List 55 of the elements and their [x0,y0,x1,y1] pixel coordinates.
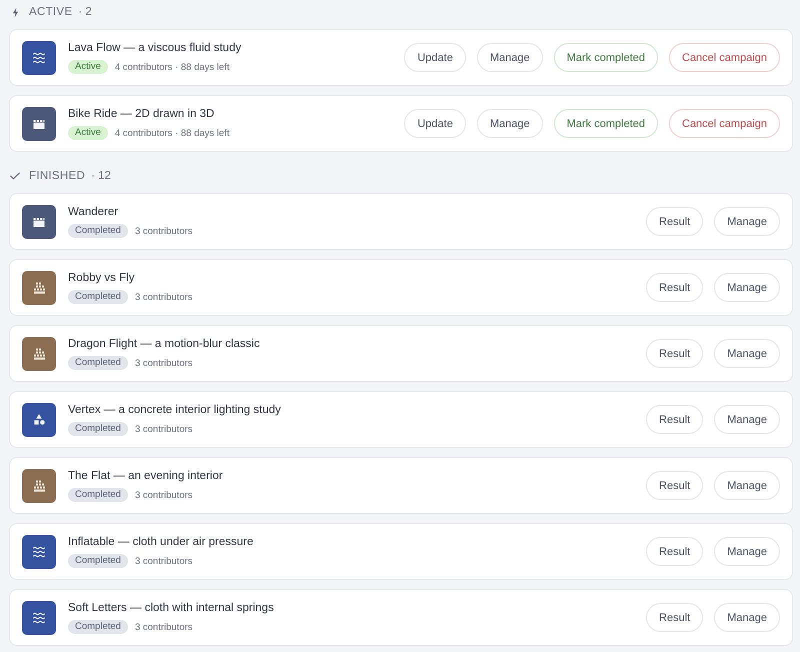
campaign-meta: 4 contributors · 88 days left [114,62,230,72]
campaign-meta: 3 contributors [134,226,193,236]
status-badge: Completed [68,224,128,238]
action-button[interactable]: Manage [714,537,780,566]
campaign-title: Inflatable — cloth under air pressure [68,535,254,549]
status-badge: Completed [68,356,128,370]
action-button[interactable]: Result [646,405,704,434]
campaign-meta: 3 contributors [134,556,193,566]
campaign-title: Soft Letters — cloth with internal springs [68,601,274,615]
checkmark-icon [10,172,20,180]
campaign-title: Bike Ride — 2D drawn in 3D [68,107,216,121]
campaign-meta: 3 contributors [134,292,193,302]
status-badge: Active [68,126,108,140]
status-badge: Completed [68,620,128,634]
action-button[interactable]: Update [404,43,466,72]
section-title: FINISHED [29,170,86,182]
action-button[interactable]: Manage [714,603,780,632]
campaign-title: The Flat — an evening interior [68,469,223,483]
section-count: · 12 [91,170,111,182]
action-button[interactable]: Manage [714,471,780,500]
lightning-icon [12,6,19,18]
campaign-title: Wanderer [68,205,120,219]
action-button[interactable]: Manage [714,273,780,302]
action-button[interactable]: Manage [714,207,780,236]
action-button[interactable]: Result [646,273,704,302]
status-badge: Completed [68,488,128,502]
status-badge: Completed [68,290,128,304]
action-button[interactable]: Update [404,109,466,138]
cancel-button[interactable]: Cancel campaign [669,43,780,72]
campaign-meta: 3 contributors [134,358,193,368]
campaign-title: Vertex — a concrete interior lighting study [68,403,281,417]
campaign-title: Robby vs Fly [68,271,136,285]
status-badge: Completed [68,554,128,568]
campaign-title: Lava Flow — a viscous fluid study [68,41,242,55]
action-button[interactable]: Manage [714,339,780,368]
mark-completed-button[interactable]: Mark completed [554,43,658,72]
action-button[interactable]: Manage [476,109,543,138]
action-button[interactable]: Result [646,471,704,500]
cancel-button[interactable]: Cancel campaign [669,109,780,138]
action-button[interactable]: Result [646,537,704,566]
section-count: · 2 [78,6,92,18]
action-button[interactable]: Manage [714,405,780,434]
action-button[interactable]: Manage [476,43,543,72]
section-title: ACTIVE [29,6,72,18]
campaign-meta: 3 contributors [134,490,193,500]
status-badge: Completed [68,422,128,436]
campaign-meta: 4 contributors · 88 days left [114,128,230,138]
status-badge: Active [68,60,108,74]
mark-completed-button[interactable]: Mark completed [554,109,658,138]
campaign-title: Dragon Flight — a motion-blur classic [68,337,260,351]
campaign-meta: 3 contributors [134,424,193,434]
action-button[interactable]: Result [646,603,704,632]
campaign-meta: 3 contributors [134,622,193,632]
action-button[interactable]: Result [646,339,704,368]
action-button[interactable]: Result [646,207,704,236]
